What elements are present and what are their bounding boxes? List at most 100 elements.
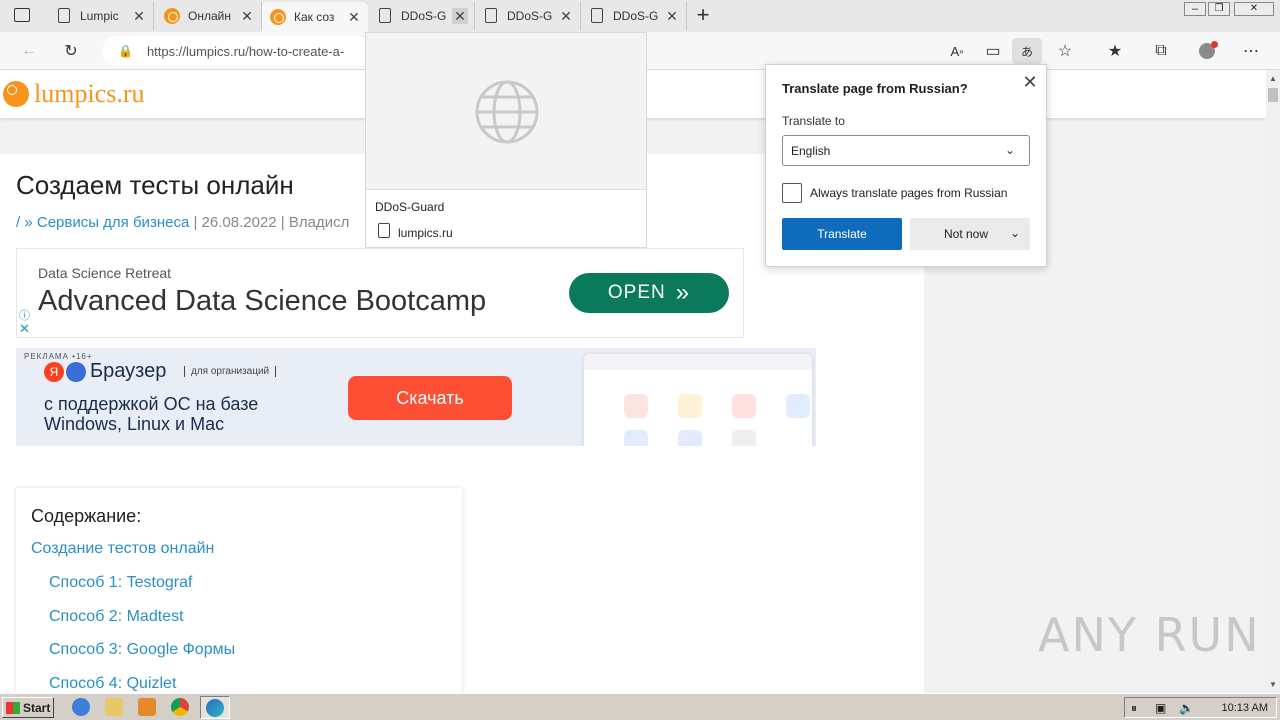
tab-hover-card: DDoS-Guard lumpics.ru: [365, 32, 647, 248]
favorites-icon[interactable]: ★: [1104, 40, 1126, 62]
lumpics-orange-icon: [270, 9, 286, 25]
start-label: Start: [23, 700, 51, 715]
scroll-down-icon[interactable]: ▼: [1269, 680, 1277, 689]
table-of-contents: Содержание: Создание тестов онлайн Спосо…: [16, 488, 462, 693]
scroll-thumb[interactable]: [1268, 88, 1278, 102]
site-logo[interactable]: lumpics.ru: [34, 79, 145, 109]
media-player-icon[interactable]: [138, 698, 156, 716]
ad2-text-line1: с поддержкой ОС на базе: [44, 394, 259, 414]
ad2-org-label: для организаций: [184, 366, 277, 377]
taskbar: Start ⏸ ▣ 🔈 10:13 AM: [0, 693, 1280, 720]
explorer-icon[interactable]: [105, 698, 123, 716]
tile-calendar-icon: [732, 394, 756, 418]
document-icon: [56, 8, 72, 24]
chevron-down-icon: ⌄: [1005, 143, 1016, 157]
tab-active-kak-sozdat[interactable]: Как соз ✕: [262, 2, 368, 32]
ad2-download-button[interactable]: Скачать: [348, 376, 512, 420]
tab-title: DDoS-G: [507, 9, 553, 23]
refresh-icon[interactable]: ↻: [60, 40, 82, 62]
tab-title: Lumpic: [80, 9, 119, 23]
lumpics-orange-icon: [164, 8, 180, 24]
document-icon: [483, 8, 499, 24]
tab-ddos-guard-1[interactable]: DDoS-G ✕: [369, 2, 475, 30]
tab-ddos-guard-2[interactable]: DDoS-G ✕: [475, 2, 581, 30]
toc-item-google-forms[interactable]: Способ 3: Google Формы: [49, 641, 235, 659]
taskbar-clock[interactable]: 10:13 AM: [1222, 702, 1268, 714]
yandex-logo-icon: Я: [44, 361, 64, 382]
maximize-button[interactable]: ❐: [1208, 2, 1230, 16]
tray-network-icon[interactable]: ⏸: [1131, 701, 1137, 716]
profile-icon[interactable]: [1196, 40, 1218, 62]
toc-item-create-tests[interactable]: Создание тестов онлайн: [31, 540, 214, 558]
system-tray: ⏸ ▣ 🔈 10:13 AM: [1124, 697, 1277, 718]
chrome-icon[interactable]: [171, 698, 189, 716]
tab-actions-icon[interactable]: [14, 8, 30, 22]
translate-button[interactable]: Translate: [782, 218, 902, 250]
add-favorite-icon[interactable]: ☆: [1054, 40, 1076, 62]
always-translate-label: Always translate pages from Russian: [810, 186, 1008, 200]
taskbar-edge-button[interactable]: [200, 696, 230, 719]
close-tab-icon[interactable]: ✕: [664, 8, 680, 24]
always-translate-checkbox[interactable]: [782, 183, 802, 203]
translate-icon[interactable]: あ: [1012, 38, 1042, 64]
tray-volume-icon[interactable]: 🔈: [1179, 701, 1194, 715]
language-select[interactable]: English ⌄: [782, 135, 1030, 166]
ad2-brand: Я Браузер: [44, 360, 166, 383]
address-text: https://lumpics.ru/how-to-create-a-: [146, 43, 345, 59]
hover-card-title: DDoS-Guard: [375, 200, 445, 214]
breadcrumb-home[interactable]: / »: [16, 214, 37, 231]
document-icon: [377, 8, 393, 24]
ad-banner-bootcamp[interactable]: Data Science Retreat Advanced Data Scien…: [16, 248, 744, 338]
document-icon: [376, 223, 390, 238]
toc-item-quizlet[interactable]: Способ 4: Quizlet: [49, 675, 176, 693]
tab-online[interactable]: Онлайн ✕: [156, 2, 262, 30]
minimize-button[interactable]: –: [1184, 2, 1206, 16]
close-tab-icon[interactable]: ✕: [452, 8, 468, 24]
close-tab-icon[interactable]: ✕: [346, 9, 362, 25]
windows-logo-icon: [6, 701, 20, 714]
close-tab-icon[interactable]: ✕: [558, 8, 574, 24]
more-menu-icon[interactable]: ⋯: [1240, 40, 1262, 62]
toc-item-madtest[interactable]: Способ 2: Madtest: [49, 608, 184, 626]
translate-popup-title: Translate page from Russian?: [782, 81, 968, 96]
not-now-button[interactable]: Not now ⌄: [910, 218, 1030, 250]
translate-to-label: Translate to: [782, 114, 845, 128]
ie-icon[interactable]: [72, 698, 90, 716]
new-tab-button[interactable]: +: [692, 4, 714, 26]
ad-close-icon[interactable]: ✕: [19, 321, 30, 337]
ad2-browser-screenshot: [584, 354, 812, 446]
language-value: English: [791, 143, 831, 158]
tab-lumpics[interactable]: Lumpic ✕: [48, 2, 154, 30]
tile-yandex-icon: [624, 394, 648, 418]
tile-messenger-icon: [624, 430, 648, 446]
page-scrollbar[interactable]: ▲ ▼: [1266, 70, 1280, 693]
tab-title: DDoS-G: [401, 9, 447, 23]
toc-item-testograf[interactable]: Способ 1: Testograf: [49, 574, 192, 592]
toc-title: Содержание:: [31, 506, 142, 526]
collections-icon[interactable]: ⧉: [1150, 40, 1172, 62]
tile-mail-icon: [678, 394, 702, 418]
start-button[interactable]: Start: [2, 697, 54, 718]
tab-ddos-guard-3[interactable]: DDoS-G ✕: [581, 2, 687, 30]
close-tab-icon[interactable]: ✕: [239, 8, 255, 24]
category-link[interactable]: Сервисы для бизнеса: [37, 214, 189, 231]
scroll-up-icon[interactable]: ▲: [1269, 74, 1277, 83]
ad-advertiser: Data Science Retreat: [38, 265, 172, 281]
back-icon[interactable]: ←: [18, 40, 40, 62]
address-bar[interactable]: 🔒 https://lumpics.ru/how-to-create-a-: [102, 36, 372, 66]
ad-open-label: OPEN: [607, 282, 666, 303]
ad-open-button[interactable]: OPEN »: [569, 273, 729, 313]
tile-terminal-icon: [732, 430, 756, 446]
close-tab-icon[interactable]: ✕: [131, 8, 147, 24]
globe-icon: [475, 80, 539, 144]
close-window-button[interactable]: ✕: [1234, 2, 1274, 16]
ad-banner-yandex[interactable]: РЕКЛАМА •16+ Я Браузер для организаций с…: [16, 348, 816, 446]
read-aloud-icon[interactable]: A»: [946, 40, 968, 62]
ad-headline: Advanced Data Science Bootcamp: [38, 285, 487, 317]
lumpics-logo-icon[interactable]: [3, 81, 29, 107]
immersive-reader-icon[interactable]: ▭: [982, 40, 1004, 62]
anyrun-watermark: ANY RUN: [1038, 608, 1261, 662]
tray-display-icon[interactable]: ▣: [1155, 701, 1166, 715]
chevron-down-icon[interactable]: ⌄: [1010, 226, 1020, 240]
close-icon[interactable]: ✕: [1021, 72, 1039, 92]
